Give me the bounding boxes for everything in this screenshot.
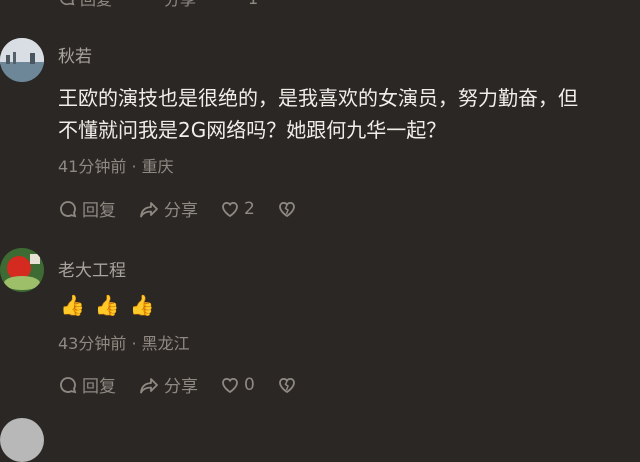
meta-separator: · (131, 157, 142, 176)
share-label: 分享 (164, 201, 198, 221)
comment-actions: 回复 分享 2 (58, 196, 319, 221)
comment-time: 43分钟前 (58, 334, 127, 353)
share-button[interactable]: 分享 (164, 0, 196, 10)
reply-button[interactable]: 回复 (58, 196, 116, 221)
like-button[interactable]: 0 (220, 375, 255, 395)
commenter-name[interactable]: 老大工程 (58, 256, 126, 281)
like-button[interactable]: 1 (248, 0, 258, 8)
comment-actions: 回复 分享 0 (58, 372, 319, 397)
like-count: 1 (248, 0, 258, 8)
reply-button[interactable]: 回复 (58, 372, 116, 397)
share-label: 分享 (164, 0, 196, 10)
share-button[interactable]: 分享 (138, 372, 198, 397)
comment-emojis: 👍 👍 👍 (60, 293, 155, 317)
broken-heart-icon (278, 377, 295, 393)
avatar[interactable] (0, 38, 44, 82)
meta-separator: · (131, 334, 142, 353)
like-count: 0 (244, 374, 255, 395)
avatar[interactable] (0, 418, 44, 462)
comment-icon (60, 376, 77, 393)
comment-location: 重庆 (141, 157, 174, 176)
dislike-button[interactable] (277, 199, 297, 219)
reply-label: 回复 (80, 0, 112, 10)
comment-time: 41分钟前 (58, 157, 127, 176)
commenter-name[interactable]: 秋若 (58, 42, 92, 67)
reply-label: 回复 (82, 377, 116, 397)
like-count: 2 (244, 198, 255, 219)
avatar[interactable] (0, 248, 44, 292)
share-label: 分享 (164, 377, 198, 397)
comment-location: 黑龙江 (141, 334, 190, 353)
dislike-button[interactable] (277, 375, 297, 395)
previous-comment-actions: 回复 分享 1 (58, 0, 280, 10)
share-button[interactable]: 分享 (138, 196, 198, 221)
thumbs-up-emoji: 👍 (94, 293, 120, 317)
heart-icon (222, 201, 238, 217)
comment-text-line-1: 王欧的演技也是很绝的，是我喜欢的女演员，努力勤奋，但 (58, 86, 578, 110)
avatar-image (0, 38, 44, 82)
comment-icon (60, 0, 75, 6)
comment-meta: 41分钟前 · 重庆 (58, 153, 174, 177)
avatar-image (0, 248, 44, 292)
thumbs-up-emoji: 👍 (60, 293, 85, 317)
comment-icon (60, 200, 77, 217)
broken-heart-icon (278, 201, 295, 217)
comment-text-line-2: 不懂就问我是2G网络吗？她跟何九华一起？ (58, 118, 447, 142)
comment-meta: 43分钟前 · 黑龙江 (58, 330, 190, 354)
like-button[interactable]: 2 (220, 199, 255, 219)
reply-button[interactable]: 回复 (58, 0, 112, 10)
heart-icon (222, 377, 238, 393)
thumbs-up-emoji: 👍 (129, 293, 155, 317)
share-icon (140, 201, 158, 217)
share-icon (140, 377, 158, 393)
reply-label: 回复 (82, 201, 116, 221)
